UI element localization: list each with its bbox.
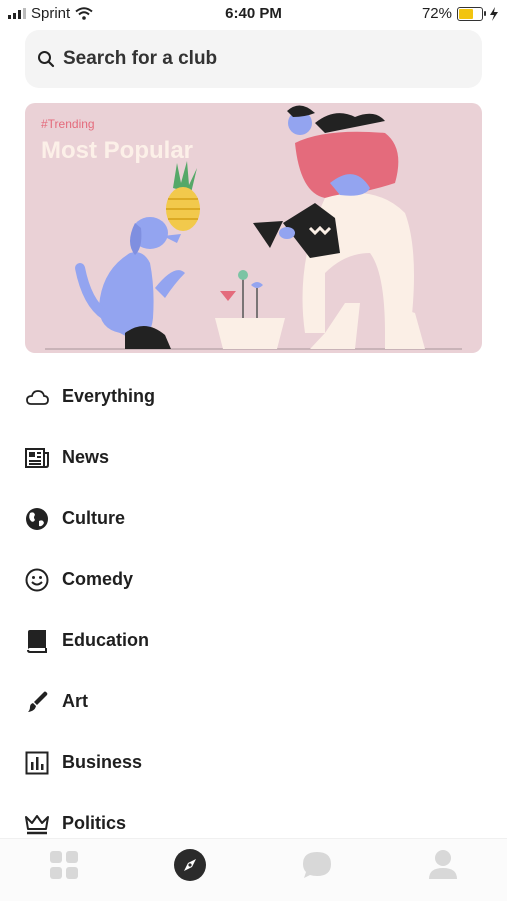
category-business[interactable]: Business bbox=[0, 732, 507, 793]
category-education[interactable]: Education bbox=[0, 610, 507, 671]
globe-icon bbox=[24, 506, 50, 532]
category-news[interactable]: News bbox=[0, 427, 507, 488]
bar-chart-icon bbox=[24, 750, 50, 776]
chat-bubble-icon bbox=[303, 852, 331, 878]
category-culture[interactable]: Culture bbox=[0, 488, 507, 549]
category-label: Business bbox=[62, 752, 143, 772]
profile-icon bbox=[429, 850, 457, 879]
battery-percent: 72% bbox=[421, 5, 452, 22]
category-label: Politics bbox=[62, 813, 127, 833]
trending-banner[interactable]: #Trending Most Popular bbox=[25, 103, 482, 353]
newspaper-icon bbox=[24, 445, 50, 471]
category-label: Everything bbox=[62, 386, 156, 406]
brush-icon bbox=[24, 689, 50, 715]
search-placeholder: Search for a club bbox=[63, 48, 218, 69]
tab-home[interactable] bbox=[46, 847, 82, 883]
crown-icon bbox=[24, 811, 50, 837]
battery-icon bbox=[457, 6, 486, 21]
grid-icon bbox=[50, 851, 78, 879]
smiley-icon bbox=[24, 567, 50, 593]
category-label: Art bbox=[62, 691, 88, 711]
book-icon bbox=[24, 628, 50, 654]
category-art[interactable]: Art bbox=[0, 671, 507, 732]
category-everything[interactable]: Everything bbox=[0, 366, 507, 427]
search-icon bbox=[38, 51, 55, 68]
category-comedy[interactable]: Comedy bbox=[0, 549, 507, 610]
banner-tag: #Trending bbox=[41, 117, 95, 131]
status-bar: Sprint 6:40 PM 72% bbox=[0, 0, 507, 28]
category-label: Comedy bbox=[62, 569, 134, 589]
cloud-icon bbox=[24, 384, 50, 410]
category-label: Culture bbox=[62, 508, 125, 528]
tab-messages[interactable] bbox=[299, 847, 335, 883]
banner-title: Most Popular bbox=[41, 137, 194, 164]
category-label: Education bbox=[62, 630, 150, 650]
search-bar[interactable]: Search for a club bbox=[25, 30, 482, 88]
tab-bar bbox=[0, 838, 507, 901]
category-list: Everything News Culture Comedy Education… bbox=[0, 366, 507, 854]
category-label: News bbox=[62, 447, 110, 467]
battery-info: 72% bbox=[422, 5, 499, 22]
tab-explore[interactable] bbox=[172, 847, 208, 883]
tab-profile[interactable] bbox=[425, 847, 461, 883]
compass-icon bbox=[174, 849, 206, 881]
charging-icon bbox=[490, 6, 498, 21]
